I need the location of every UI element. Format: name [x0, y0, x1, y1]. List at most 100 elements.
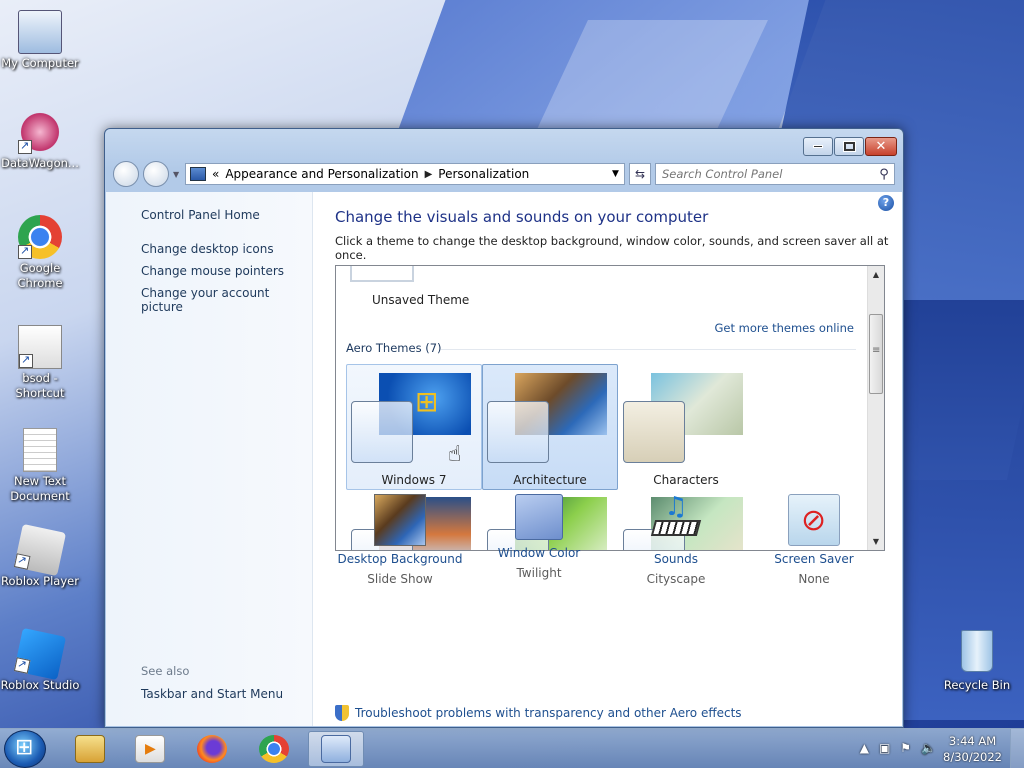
unsaved-theme-thumbnail[interactable]: [350, 266, 414, 282]
troubleshoot-link[interactable]: Troubleshoot problems with transparency …: [355, 706, 742, 720]
system-tray: ▲ ▣ ⚑ 🔈: [860, 741, 936, 755]
close-button[interactable]: ✕: [865, 137, 897, 156]
theme-color-swatch: [487, 401, 549, 463]
theme-tile-windows-7[interactable]: Windows 7: [346, 364, 482, 490]
theme-tile-architecture[interactable]: Architecture: [482, 364, 618, 490]
taskbar-control-panel[interactable]: [308, 731, 364, 767]
desktop-icon-label: Recycle Bin: [943, 678, 1011, 692]
desktop-icon-datawagon[interactable]: DataWagon...: [0, 110, 80, 171]
desktop-icon-label: Google Chrome: [17, 261, 63, 290]
taskbar-windows-explorer[interactable]: [62, 731, 118, 767]
maximize-icon: [842, 141, 856, 152]
address-dropdown-icon[interactable]: ▼: [606, 169, 624, 179]
breadcrumb-item-personalization[interactable]: Personalization: [438, 167, 529, 181]
personalization-window: ✕ ▼ « Appearance and Personalization ▶ P…: [104, 128, 904, 728]
network-icon[interactable]: ▣: [879, 741, 890, 755]
clock-date: 8/30/2022: [943, 750, 1002, 764]
theme-label: Characters: [653, 473, 719, 487]
taskbar-firefox[interactable]: [184, 731, 240, 767]
show-desktop-button[interactable]: [1010, 729, 1024, 768]
minimize-button[interactable]: [803, 137, 833, 156]
taskbar: ▲ ▣ ⚑ 🔈 3:44 AM 8/30/2022: [0, 728, 1024, 768]
search-input[interactable]: [662, 167, 874, 181]
sounds-button[interactable]: ♫ Sounds Cityscape: [611, 494, 741, 586]
window-color-icon: [515, 494, 563, 540]
screen-saver-link[interactable]: Screen Saver: [749, 552, 879, 566]
taskbar-chrome[interactable]: [246, 731, 302, 767]
window-color-button[interactable]: Window Color Twilight: [474, 494, 604, 580]
help-icon[interactable]: ?: [878, 195, 894, 211]
screen-saver-icon: [788, 494, 840, 546]
clock[interactable]: 3:44 AM 8/30/2022: [943, 733, 1002, 765]
page-title: Change the visuals and sounds on your co…: [335, 208, 709, 226]
action-center-flag-icon[interactable]: ⚑: [900, 741, 911, 755]
change-desktop-icons-link[interactable]: Change desktop icons: [141, 242, 312, 256]
theme-color-swatch: [623, 401, 685, 463]
clock-time: 3:44 AM: [948, 734, 997, 748]
desktop-icon-my-computer[interactable]: My Computer: [0, 10, 80, 71]
shield-icon: [335, 705, 349, 721]
navigation-bar: ▼ « Appearance and Personalization ▶ Per…: [113, 161, 895, 187]
get-more-themes-link[interactable]: Get more themes online: [715, 321, 854, 335]
breadcrumb-item-appearance[interactable]: Appearance and Personalization: [225, 167, 418, 181]
chrome-icon: [259, 735, 289, 763]
back-button[interactable]: [113, 161, 139, 187]
desktop-icon-bsod-shortcut[interactable]: bsod - Shortcut: [0, 325, 80, 401]
folder-icon: [75, 735, 105, 763]
text-document-icon: [23, 428, 57, 472]
desktop-icon-roblox-studio[interactable]: Roblox Studio: [0, 627, 80, 693]
control-panel-home-link[interactable]: Control Panel Home: [141, 208, 312, 222]
troubleshoot-row: Troubleshoot problems with transparency …: [335, 705, 742, 721]
taskbar-media-player[interactable]: [122, 731, 178, 767]
shortcut-arrow-icon: [13, 657, 31, 674]
sounds-value: Cityscape: [646, 572, 706, 586]
desktop-icon-label: DataWagon...: [1, 156, 79, 170]
start-button[interactable]: [4, 730, 46, 768]
shortcut-arrow-icon: [18, 243, 32, 259]
breadcrumb-overflow[interactable]: «: [212, 167, 219, 181]
window-color-link[interactable]: Window Color: [474, 546, 604, 560]
scroll-up-icon[interactable]: ▲: [868, 266, 884, 283]
refresh-button[interactable]: ⇆: [629, 163, 651, 185]
desktop-icon-label: bsod - Shortcut: [15, 371, 65, 400]
desktop-icon-google-chrome[interactable]: Google Chrome: [0, 215, 80, 291]
sounds-link[interactable]: Sounds: [611, 552, 741, 566]
taskbar-start-menu-link[interactable]: Taskbar and Start Menu: [141, 687, 283, 701]
unsaved-theme-label[interactable]: Unsaved Theme: [372, 293, 469, 307]
change-mouse-pointers-link[interactable]: Change mouse pointers: [141, 264, 312, 278]
shortcut-arrow-icon: [13, 553, 31, 570]
search-box[interactable]: ⚲: [655, 163, 895, 185]
forward-button[interactable]: [143, 161, 169, 187]
theme-label: Windows 7: [381, 473, 447, 487]
change-account-picture-link[interactable]: Change your account picture: [141, 286, 312, 314]
hand-cursor-icon: ☝: [448, 442, 462, 467]
roblox-studio-icon: [13, 627, 67, 681]
theme-label: Architecture: [513, 473, 587, 487]
desktop-icon-roblox-player[interactable]: Roblox Player: [0, 523, 80, 589]
desktop-icon-new-text-document[interactable]: New Text Document: [0, 428, 80, 504]
left-pane: Control Panel Home Change desktop icons …: [106, 192, 313, 726]
sounds-icon: ♫: [650, 494, 702, 546]
theme-tile-characters[interactable]: Characters: [618, 364, 754, 490]
address-bar[interactable]: « Appearance and Personalization ▶ Perso…: [185, 163, 625, 185]
aero-themes-group-title: Aero Themes (7): [346, 341, 442, 355]
computer-icon: [18, 10, 62, 54]
scroll-thumb[interactable]: [869, 314, 883, 394]
breadcrumb-separator-icon[interactable]: ▶: [425, 169, 433, 180]
desktop-background-button[interactable]: Desktop Background Slide Show: [335, 494, 465, 586]
screen-saver-button[interactable]: Screen Saver None: [749, 494, 879, 586]
see-also-heading: See also: [141, 664, 190, 678]
keyboard-icon: [650, 520, 702, 536]
recent-pages-dropdown-icon[interactable]: ▼: [173, 170, 181, 179]
desktop-background-link[interactable]: Desktop Background: [335, 552, 465, 566]
recycle-bin-icon: [961, 630, 993, 672]
media-player-icon: [135, 735, 165, 763]
volume-icon[interactable]: 🔈: [921, 741, 936, 755]
screen-saver-value: None: [798, 572, 830, 586]
desktop-icon-label: Roblox Player: [1, 574, 79, 588]
desktop-icon-recycle-bin[interactable]: Recycle Bin: [942, 630, 1012, 692]
show-hidden-icons-icon[interactable]: ▲: [860, 741, 869, 755]
search-icon[interactable]: ⚲: [874, 167, 894, 182]
page-description: Click a theme to change the desktop back…: [335, 234, 889, 262]
maximize-button[interactable]: [834, 137, 864, 156]
